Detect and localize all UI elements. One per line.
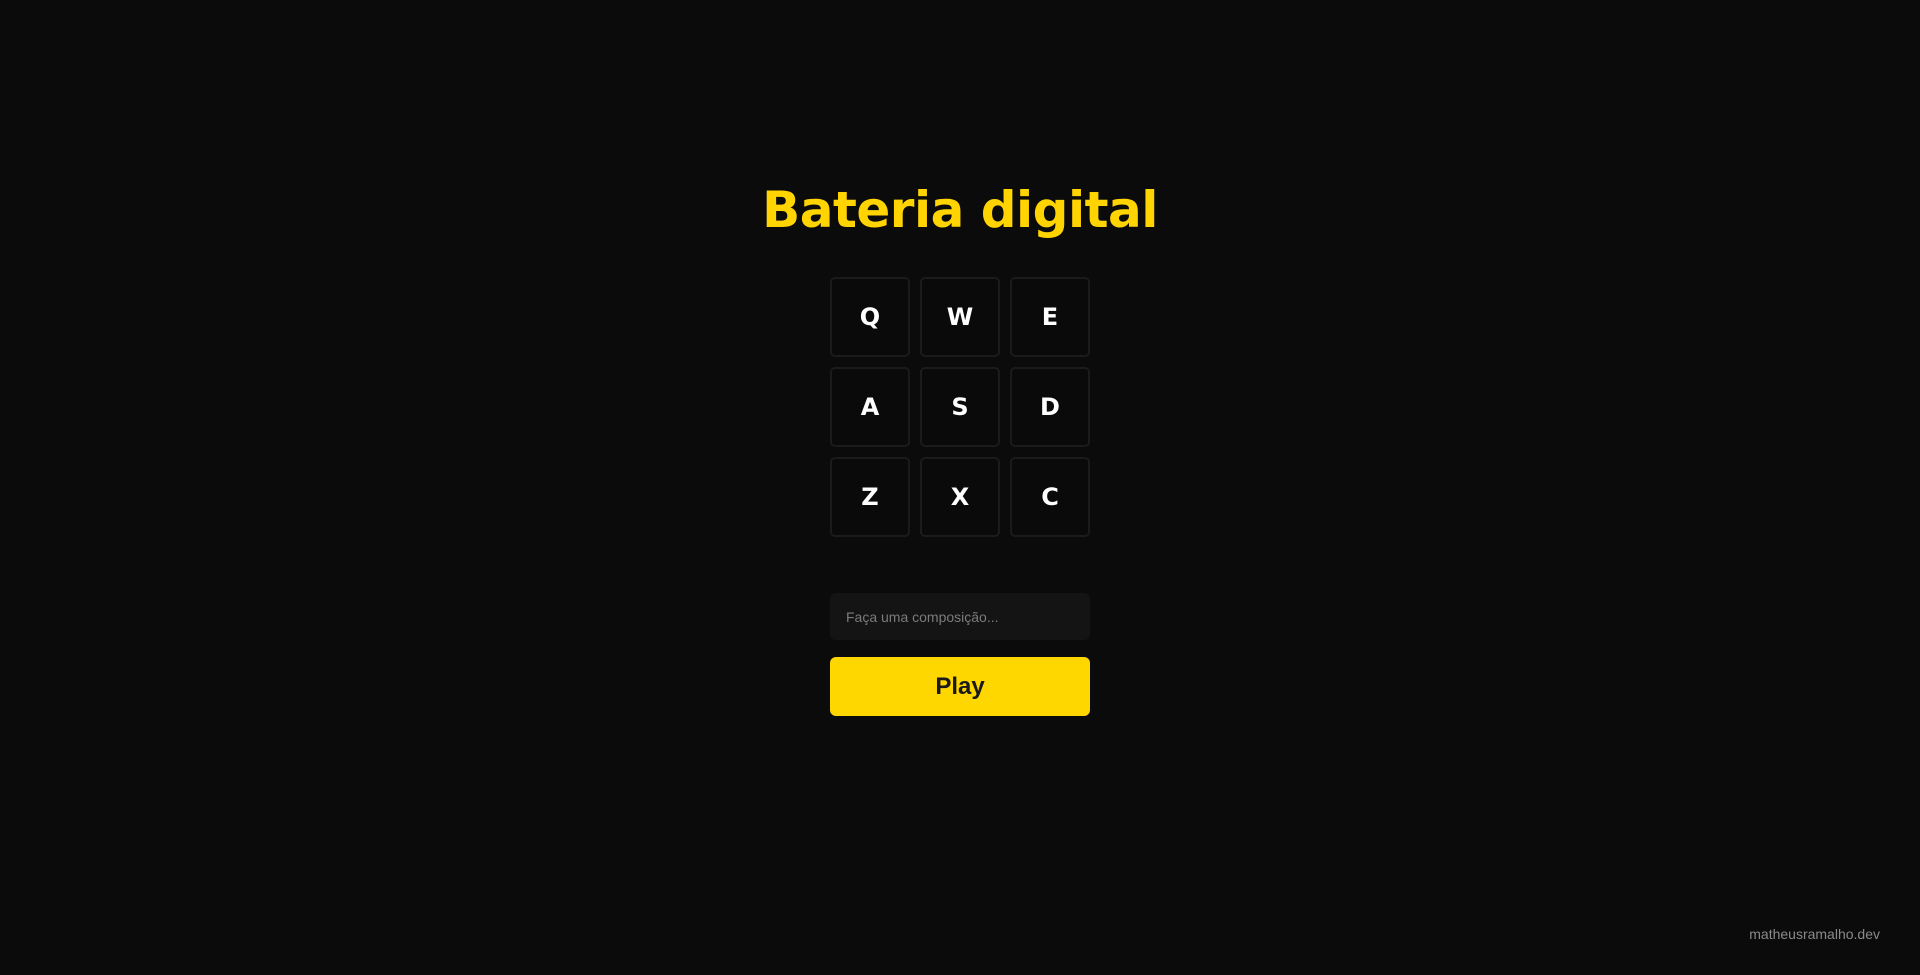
author-credit-link[interactable]: matheusramalho.dev (1749, 926, 1880, 942)
drum-pad-q[interactable]: Q (830, 277, 910, 357)
drum-pad-d[interactable]: D (1010, 367, 1090, 447)
composition-input[interactable] (830, 593, 1090, 640)
play-button[interactable]: Play (830, 657, 1090, 716)
drum-app: Bateria digital Q W E A S D Z X C Play m… (0, 0, 1920, 975)
drum-pad-e[interactable]: E (1010, 277, 1090, 357)
drum-pad-z[interactable]: Z (830, 457, 910, 537)
drum-pad-a[interactable]: A (830, 367, 910, 447)
drum-pad-c[interactable]: C (1010, 457, 1090, 537)
drum-pad-w[interactable]: W (920, 277, 1000, 357)
page-title: Bateria digital (762, 181, 1158, 239)
drum-pad-x[interactable]: X (920, 457, 1000, 537)
drum-pad-s[interactable]: S (920, 367, 1000, 447)
drum-pad-grid: Q W E A S D Z X C (830, 277, 1090, 537)
